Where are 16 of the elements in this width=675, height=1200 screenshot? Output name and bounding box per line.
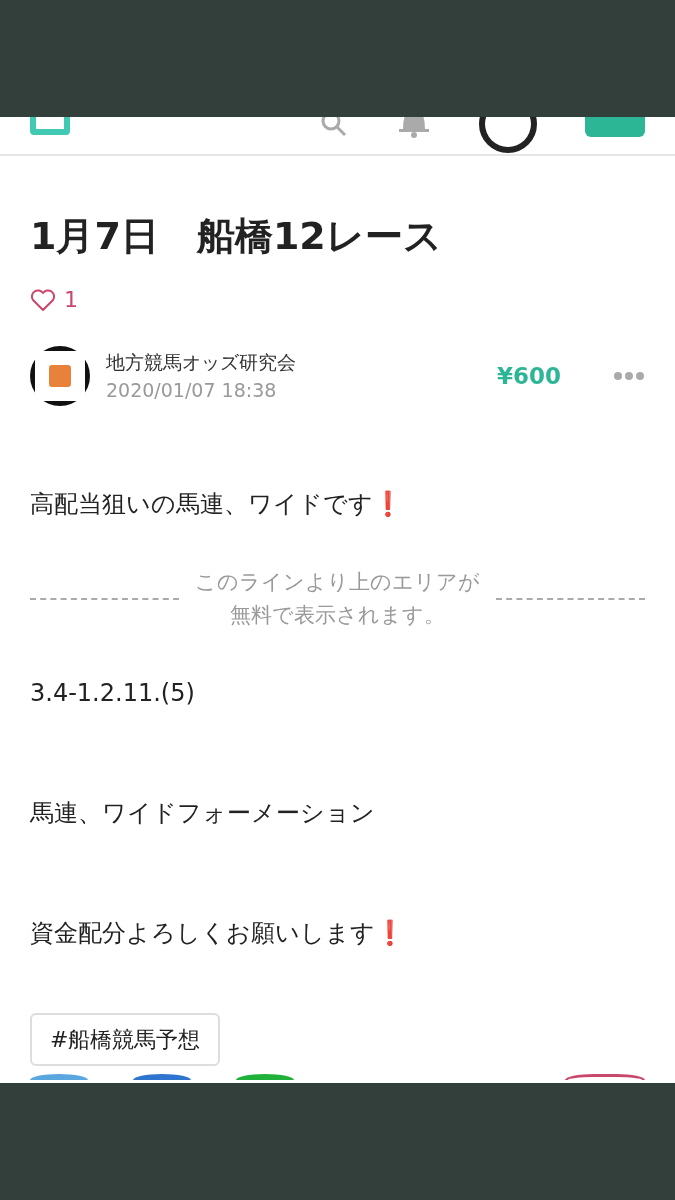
heart-icon[interactable]: [30, 287, 56, 312]
paywall-notice: このラインより上のエリアが: [195, 569, 480, 596]
paywall-notice: 無料で表示されます。: [229, 601, 446, 629]
body-text: 資金配分よろしくお願いします❗: [30, 918, 406, 950]
price: ¥600: [497, 361, 561, 391]
hashtag-link[interactable]: #船橋競馬予想: [30, 1013, 221, 1067]
author-avatar[interactable]: [30, 346, 90, 406]
author-name[interactable]: 地方競馬オッズ研究会: [106, 347, 481, 376]
like-count: 1: [64, 286, 78, 314]
body-text: 高配当狙いの馬連、ワイドです❗: [30, 489, 404, 520]
body-text: 馬連、ワイドフォーメーション: [30, 798, 376, 830]
more-icon[interactable]: [613, 371, 645, 381]
article-title: 1月7日 船橋12レース: [30, 213, 443, 260]
search-icon[interactable]: [319, 117, 349, 139]
post-date: 2020/01/07 18:38: [106, 378, 278, 403]
body-text: 3.4-1.2.11.(5): [30, 678, 196, 710]
